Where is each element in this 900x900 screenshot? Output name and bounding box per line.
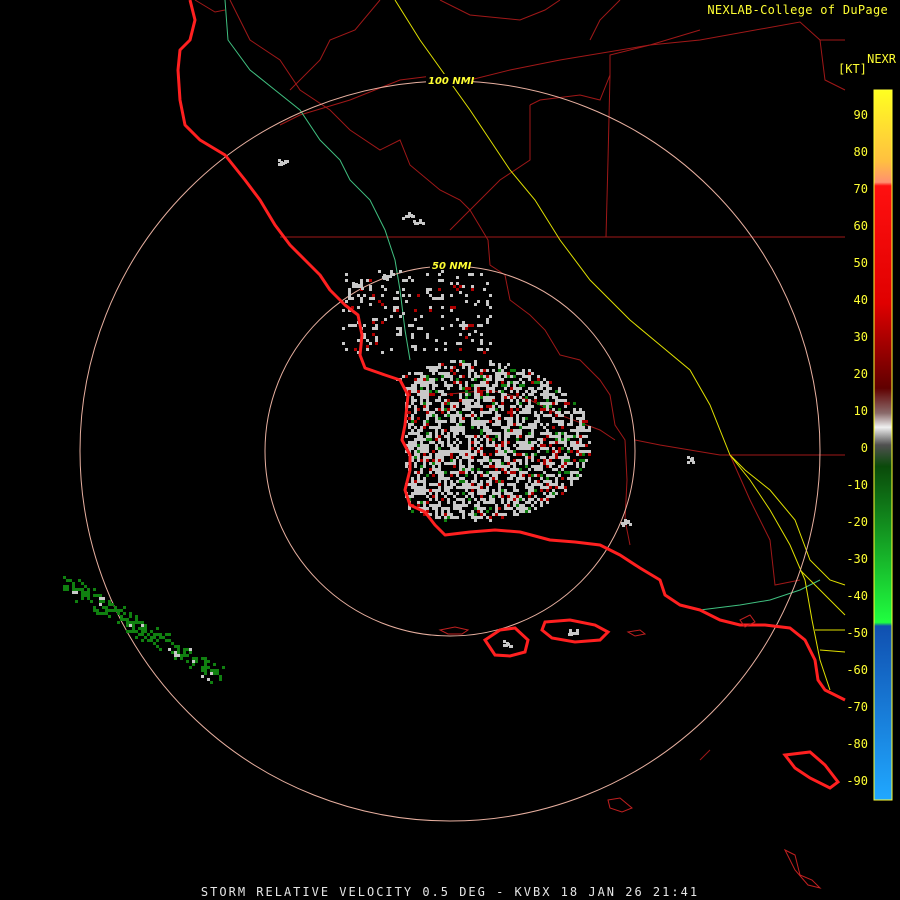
velocity-color-scale [873, 89, 893, 801]
scale-tick-label: -50 [846, 626, 868, 640]
scale-tick-label: 0 [860, 441, 868, 455]
credit-text: NEXLAB-College of DuPage [707, 3, 888, 17]
scale-tick-label: -40 [846, 589, 868, 603]
legend-product-label: NEXR [867, 52, 896, 66]
scale-tick-label: -70 [846, 700, 868, 714]
scale-tick-label: -20 [846, 515, 868, 529]
scale-tick-label: 30 [853, 330, 868, 344]
product-footer: STORM RELATIVE VELOCITY 0.5 DEG - KVBX 1… [200, 885, 700, 899]
channel-islands [482, 618, 841, 790]
coastline [176, 0, 846, 702]
scale-tick-label: 20 [853, 367, 868, 381]
scale-tick-label: 90 [853, 108, 868, 122]
scale-tick-label: -90 [846, 774, 868, 788]
scale-tick-label: 70 [853, 182, 868, 196]
range-ring-50-label: 50 NMI [432, 261, 472, 272]
scale-tick-label: -30 [846, 552, 868, 566]
scale-tick-label: -80 [846, 737, 868, 751]
scale-tick-label: -60 [846, 663, 868, 677]
range-ring-100-label: 100 NMI [428, 76, 475, 87]
scale-tick-label: 80 [853, 145, 868, 159]
scale-tick-label: 60 [853, 219, 868, 233]
rivers [224, 0, 821, 611]
scale-tick-label: 10 [853, 404, 868, 418]
radar-map: 100 NMI 50 NMI [63, 0, 846, 889]
radar-echoes [63, 159, 695, 684]
scale-tick-label: 50 [853, 256, 868, 270]
scale-tick-label: -10 [846, 478, 868, 492]
highways [394, 0, 846, 691]
legend-unit-label: [KT] [838, 62, 867, 76]
scale-tick-label: 40 [853, 293, 868, 307]
